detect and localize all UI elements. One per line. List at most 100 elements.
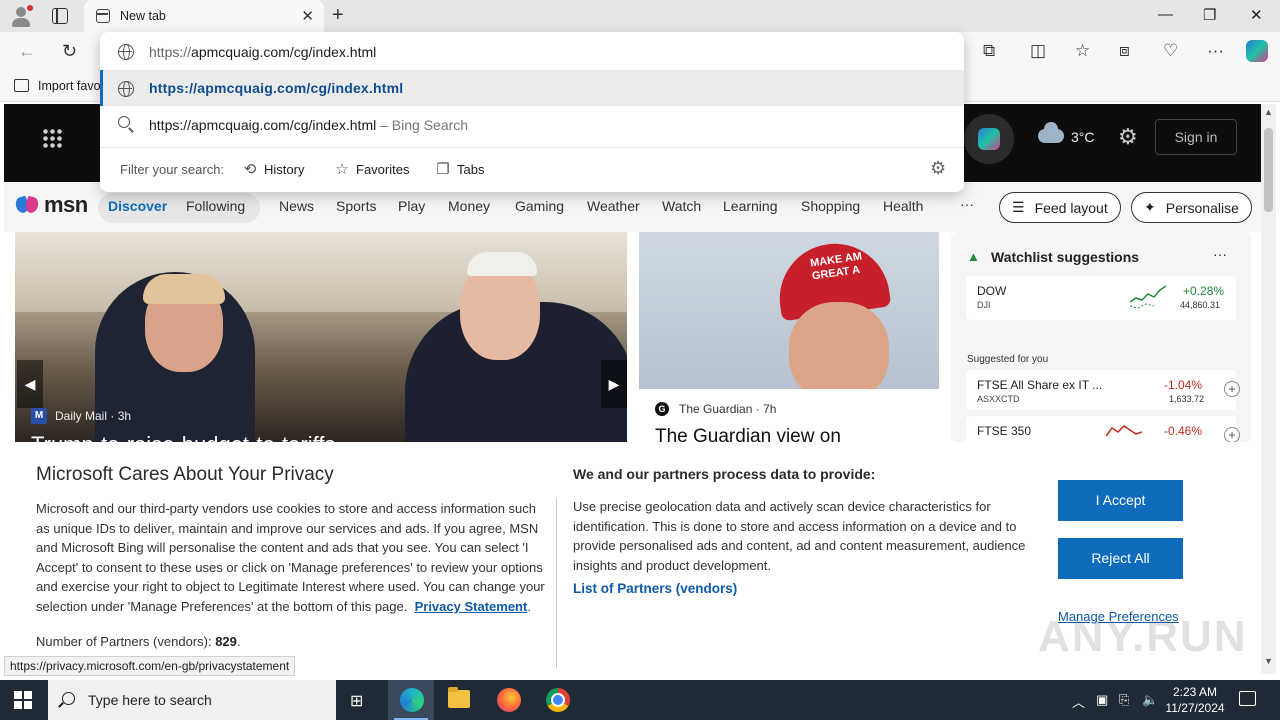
taskbar-search-box[interactable]: Type here to search — [48, 680, 336, 720]
data-processing-heading: We and our partners process data to prov… — [573, 466, 876, 482]
tray-chevron-icon[interactable]: ︿ — [1072, 692, 1085, 711]
search-icon — [118, 116, 130, 128]
settings-more-icon[interactable]: ··· — [1207, 41, 1224, 61]
tab-title: New tab — [120, 9, 166, 23]
volume-icon[interactable]: 🔈 — [1142, 692, 1158, 708]
weather-temp[interactable]: 3°C — [1071, 129, 1095, 145]
watchlist-more-icon[interactable]: ··· — [1213, 246, 1227, 262]
tab-actions-icon[interactable] — [52, 8, 68, 24]
close-window-button[interactable]: ✕ — [1250, 6, 1263, 24]
nav-gaming[interactable]: Gaming — [515, 198, 564, 214]
nav-money[interactable]: Money — [448, 198, 490, 214]
hero-news-card[interactable]: ◀ ▶ M Daily Mail · 3h Trump-to-raise-bud… — [15, 232, 627, 442]
notifications-icon[interactable] — [1239, 691, 1256, 706]
nav-discover[interactable]: Discover — [108, 198, 167, 214]
sign-in-button[interactable]: Sign in — [1155, 119, 1237, 155]
stock-sub: DJI — [977, 300, 991, 310]
search-settings-gear-icon[interactable]: ⚙ — [930, 158, 946, 179]
filter-history[interactable]: ⟲ History — [242, 160, 305, 178]
maximize-button[interactable]: ❐ — [1203, 6, 1216, 24]
scroll-up-icon[interactable]: ▲ — [1264, 107, 1273, 117]
task-view-icon[interactable]: ⊞ — [350, 691, 368, 710]
accept-button[interactable]: I Accept — [1058, 480, 1183, 521]
address-bar-dropdown: https://apmcquaig.com/cg/index.html http… — [100, 32, 964, 192]
filter-tabs[interactable]: ❐ Tabs — [435, 160, 484, 178]
suggestion-search[interactable]: https://apmcquaig.com/cg/index.html – Bi… — [100, 106, 964, 142]
taskbar-chrome[interactable] — [535, 680, 581, 720]
back-icon[interactable]: ← — [18, 41, 36, 62]
nav-play[interactable]: Play — [398, 198, 425, 214]
copilot-icon[interactable] — [1246, 40, 1268, 62]
manage-preferences-link[interactable]: Manage Preferences — [1058, 609, 1179, 624]
taskbar-edge[interactable] — [388, 680, 434, 720]
start-button[interactable] — [14, 691, 32, 709]
msn-logo[interactable]: msn — [16, 192, 88, 218]
new-tab-button[interactable]: + — [332, 4, 344, 27]
reject-all-button[interactable]: Reject All — [1058, 538, 1183, 579]
stock-row[interactable]: FTSE 350 -0.46% + — [966, 416, 1240, 442]
cloud-icon — [1038, 122, 1064, 143]
add-to-watchlist-icon[interactable]: + — [1224, 381, 1240, 397]
feed-layout-button[interactable]: ☰ Feed layout — [999, 192, 1121, 223]
card-source: G The Guardian · 7h — [655, 402, 776, 416]
nav-weather[interactable]: Weather — [587, 198, 640, 214]
address-input[interactable]: https://apmcquaig.com/cg/index.html — [149, 44, 376, 60]
taskbar-file-explorer[interactable] — [436, 680, 482, 720]
browser-essentials-icon[interactable]: ♡ — [1163, 41, 1178, 61]
page-scrollbar[interactable]: ▲ ▼ — [1261, 104, 1276, 674]
nav-learning[interactable]: Learning — [723, 198, 778, 214]
nav-news[interactable]: News — [279, 198, 314, 214]
system-clock[interactable]: 2:23 AM 11/27/2024 — [1160, 684, 1230, 716]
suggestion-url[interactable]: https://apmcquaig.com/cg/index.html — [100, 70, 964, 106]
tray-device-icon[interactable]: ▣ — [1096, 692, 1108, 708]
msn-wordmark: msn — [44, 192, 88, 217]
app-launcher-icon[interactable] — [42, 128, 62, 148]
carousel-next-icon[interactable]: ▶ — [601, 360, 627, 408]
globe-icon — [118, 81, 134, 97]
favorites-star-icon[interactable]: ☆ — [1075, 41, 1090, 61]
scroll-thumb[interactable] — [1264, 128, 1273, 212]
tab-new-tab[interactable]: New tab ✕ — [84, 0, 324, 32]
taskbar-firefox[interactable] — [485, 680, 531, 720]
privacy-body: Microsoft and our third-party vendors us… — [36, 501, 545, 614]
stock-row[interactable]: DOW DJI +0.28% 44,860.31 — [966, 276, 1236, 320]
msn-copilot-button[interactable] — [964, 114, 1014, 164]
profile-icon[interactable] — [10, 5, 33, 27]
stock-symbol: FTSE 350 — [977, 424, 1032, 438]
nav-watch[interactable]: Watch — [662, 198, 701, 214]
network-icon[interactable]: ⎘ — [1119, 692, 1129, 708]
hero-headline[interactable]: Trump-to-raise-budget-to-tariffs... — [31, 432, 354, 442]
scroll-down-icon[interactable]: ▼ — [1264, 656, 1273, 666]
news-card-guardian[interactable]: MAKE AM GREAT A G The Guardian · 7h The … — [639, 232, 939, 442]
page-settings-gear-icon[interactable]: ⚙ — [1118, 124, 1138, 150]
minimize-button[interactable]: — — [1158, 6, 1173, 23]
close-tab-icon[interactable]: ✕ — [301, 7, 314, 25]
split-screen-icon[interactable]: ◫ — [1030, 41, 1046, 61]
nav-sports[interactable]: Sports — [336, 198, 376, 214]
carousel-prev-icon[interactable]: ◀ — [17, 360, 43, 408]
privacy-statement-link[interactable]: Privacy Statement — [415, 599, 528, 614]
nav-shopping[interactable]: Shopping — [801, 198, 860, 214]
refresh-icon[interactable]: ↻ — [62, 41, 77, 62]
stock-row[interactable]: FTSE All Share ex IT ... ASXXCTD -1.04% … — [966, 370, 1240, 410]
import-favorites-link[interactable]: Import favo — [38, 79, 100, 93]
sliders-icon: ☰ — [1012, 199, 1025, 215]
clock-time: 2:23 AM — [1172, 685, 1218, 699]
extensions-icon[interactable]: ⧉ — [983, 41, 995, 61]
card-headline[interactable]: The Guardian view on — [655, 426, 841, 442]
nav-health[interactable]: Health — [883, 198, 923, 214]
divider — [556, 498, 557, 668]
collections-icon[interactable]: ⧈ — [1119, 41, 1130, 61]
add-to-watchlist-icon[interactable]: + — [1224, 427, 1240, 442]
divider — [100, 147, 964, 148]
stock-symbol: FTSE All Share ex IT ... — [977, 378, 1103, 392]
list-of-partners-link[interactable]: List of Partners (vendors) — [573, 581, 737, 596]
stock-value: 44,860.31 — [1180, 300, 1221, 310]
nav-more-icon[interactable]: ··· — [960, 196, 974, 212]
filter-favorites[interactable]: ☆ Favorites — [334, 160, 409, 178]
daily-mail-logo: M — [31, 408, 47, 424]
nav-following[interactable]: Following — [186, 198, 245, 214]
watchlist-title[interactable]: Watchlist suggestions — [991, 249, 1139, 265]
address-input-row[interactable]: https://apmcquaig.com/cg/index.html — [100, 33, 964, 69]
personalise-button[interactable]: ✦ Personalise — [1131, 192, 1252, 223]
